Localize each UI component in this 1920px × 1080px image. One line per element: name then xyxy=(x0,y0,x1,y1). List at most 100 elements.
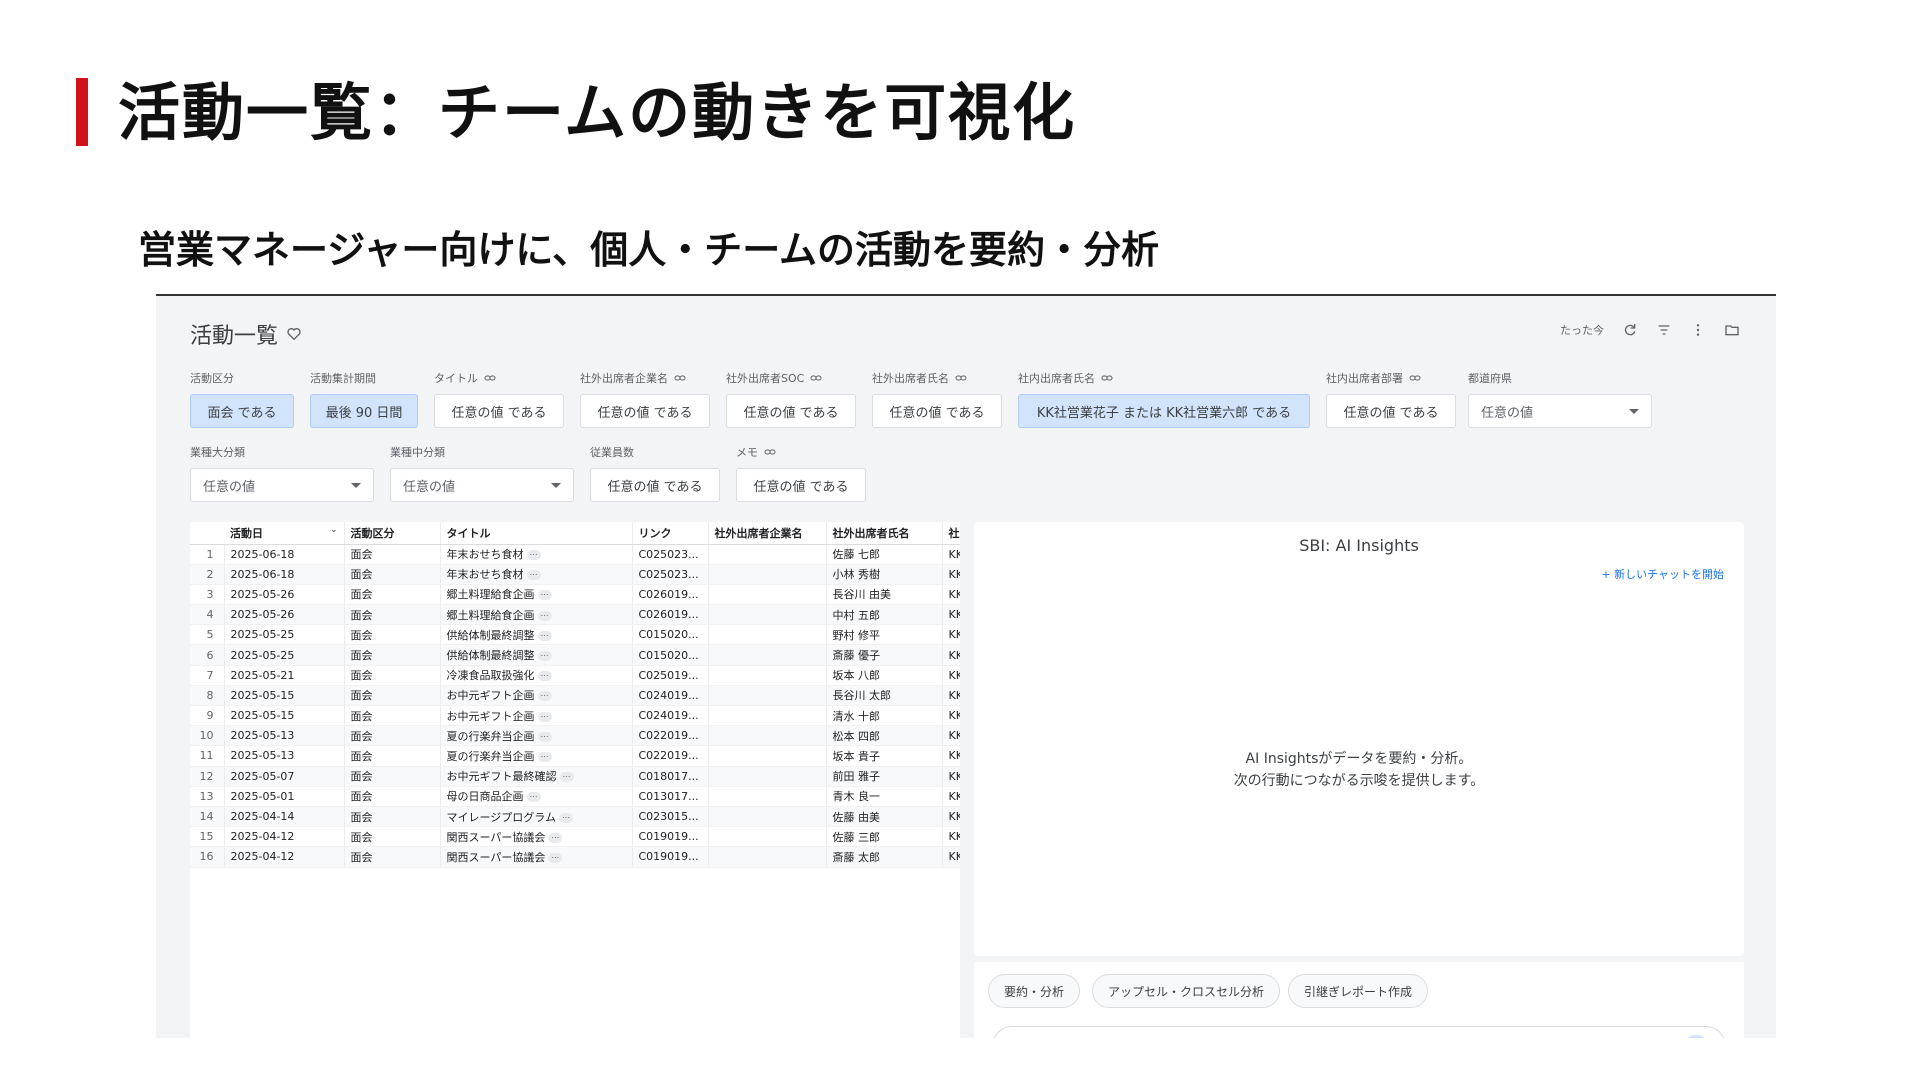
cell-text: 16 xyxy=(199,850,214,864)
cell-text: 小林 秀樹 xyxy=(832,568,881,582)
filter-chip[interactable]: 任意の値 である xyxy=(580,394,710,428)
filter-chip[interactable]: 任意の値 である xyxy=(434,394,564,428)
prompt-chip-summary[interactable]: 要約・分析 xyxy=(988,974,1081,1008)
table-row[interactable]: 2 2025-06-18 面会 年末おせち食材⋯ C025023... 小林 秀樹 KK xyxy=(190,564,960,585)
ai-chat-input[interactable] xyxy=(992,1026,1726,1038)
more-horiz-icon[interactable]: ⋯ xyxy=(537,671,552,682)
row-number: 11 xyxy=(190,745,224,767)
table-cell: KK xyxy=(941,644,960,666)
table-cell: 長谷川 太郎 xyxy=(825,685,942,707)
cell-text: 関西スーパー協議会 xyxy=(446,850,546,864)
cell-text: 2025-05-15 xyxy=(230,688,295,702)
cell-text: KK xyxy=(948,587,961,601)
table-row[interactable]: 12 2025-05-07 面会 お中元ギフト最終確認 ⋯ C018017... 前田 雅子… xyxy=(190,766,960,787)
table-cell: 郷土料理給食企画 ⋯ xyxy=(439,584,632,606)
filter-select[interactable]: 任意の値 xyxy=(1468,394,1652,428)
column-header[interactable]: 活動区分 xyxy=(343,522,440,545)
filter-chip[interactable]: 面会 である xyxy=(190,394,294,428)
more-horiz-icon[interactable]: ⋯ xyxy=(526,570,541,581)
filter-chip[interactable]: 任意の値 である xyxy=(736,468,866,502)
ai-input-area: 要約・分析 アップセル・クロスセル分析 引継ぎレポート作成 xyxy=(974,962,1744,1038)
new-chat-link[interactable]: + 新しいチャットを開始 xyxy=(1601,566,1724,582)
table-cell: 年末おせち食材 ⋯ xyxy=(439,544,632,565)
cell-text: 14 xyxy=(199,810,214,824)
table-row[interactable]: 5 2025-05-25 面会 供給体制最終調整⋯ C015020... 野村 修平 KK xyxy=(190,624,960,646)
table-row[interactable]: 1 2025-06-18 面会 年末おせち食材⋯ C025023... 佐藤 七郎 KK xyxy=(190,544,960,565)
favorite-heart-icon[interactable] xyxy=(286,326,302,342)
more-horiz-icon[interactable]: ⋯ xyxy=(537,711,552,722)
more-horiz-icon[interactable]: ⋯ xyxy=(548,852,563,863)
column-header[interactable]: 社外出席者企業名 xyxy=(707,522,826,545)
table-row[interactable]: 8 2025-05-15 面会 お中元ギフト企画⋯ C024019... 長谷川 太郎 KK xyxy=(190,685,960,707)
table-row[interactable]: 10 2025-05-13 面会 夏の行楽弁当企画⋯ C022019... 松本 四郎 KK xyxy=(190,725,960,747)
filter-chip[interactable]: 任意の値 である xyxy=(1326,394,1456,428)
more-horiz-icon[interactable]: ⋯ xyxy=(558,812,573,823)
prompt-chip-handover[interactable]: 引継ぎレポート作成 xyxy=(1288,974,1429,1008)
table-cell: 中村 五郎 xyxy=(825,604,942,626)
cell-text: 5 xyxy=(206,628,214,642)
table-row[interactable]: 13 2025-05-01 面会 母の日商品企画⋯ C013017... 青木 良一 KK xyxy=(190,786,960,807)
filter-chip[interactable]: 任意の値 である xyxy=(590,468,720,502)
table-cell: C013017... xyxy=(631,786,708,807)
more-horiz-icon[interactable]: ⋯ xyxy=(537,731,552,742)
more-horiz-icon[interactable]: ⋯ xyxy=(537,691,552,702)
column-header[interactable]: 社外出席者氏名 xyxy=(825,522,942,545)
filter-chip[interactable]: 任意の値 である xyxy=(726,394,856,428)
more-horiz-icon[interactable]: ⋯ xyxy=(559,772,574,783)
refresh-icon[interactable] xyxy=(1622,322,1638,338)
folder-icon[interactable] xyxy=(1724,322,1740,338)
cell-text: 10 xyxy=(199,729,214,743)
more-horiz-icon[interactable]: ⋯ xyxy=(537,751,552,762)
table-row[interactable]: 9 2025-05-15 面会 お中元ギフト企画⋯ C024019... 清水 十郎 KK xyxy=(190,705,960,727)
row-number: 2 xyxy=(190,564,224,585)
table-row[interactable]: 15 2025-04-12 面会 関西スーパー協議会 ⋯ C019019... 佐藤 三郎 K… xyxy=(190,826,960,848)
filter-chip[interactable]: 任意の値 である xyxy=(872,394,1002,428)
more-vert-icon[interactable] xyxy=(1690,322,1706,338)
sort-desc-icon[interactable]: ⌄ xyxy=(330,525,338,535)
more-horiz-icon[interactable]: ⋯ xyxy=(526,550,541,561)
filter-select[interactable]: 任意の値 xyxy=(390,468,574,502)
table-row[interactable]: 4 2025-05-26 面会 郷土料理給食企画⋯ C026019... 中村 五郎 KK xyxy=(190,604,960,626)
prompt-chip-upsell[interactable]: アップセル・クロスセル分析 xyxy=(1092,974,1281,1008)
filter-icon[interactable] xyxy=(1656,322,1672,338)
more-horiz-icon[interactable]: ⋯ xyxy=(537,630,552,641)
link-icon xyxy=(764,449,776,455)
column-header[interactable]: 社内 xyxy=(941,522,960,545)
filter-ext-name: 社外出席者氏名 任意の値 である xyxy=(872,370,1002,428)
cell-text: 供給体制最終調整 xyxy=(446,628,535,642)
table-row[interactable]: 16 2025-04-12 面会 関西スーパー協議会 ⋯ C019019... 斎藤 太郎 K… xyxy=(190,846,961,868)
column-header[interactable]: リンク xyxy=(631,522,708,545)
filter-select[interactable]: 任意の値 xyxy=(190,468,374,502)
more-horiz-icon[interactable]: ⋯ xyxy=(537,590,552,601)
table-row[interactable]: 7 2025-05-21 面会 冷凍食品取扱強化⋯ C025019... 坂本 八郎 KK xyxy=(190,665,960,686)
more-horiz-icon[interactable]: ⋯ xyxy=(526,792,541,803)
cell-text: C026019... xyxy=(638,587,699,601)
cell-text: 9 xyxy=(206,709,214,723)
link-icon xyxy=(674,375,686,381)
cell-text: KK xyxy=(948,850,961,864)
slide-title: 活動一覧：チームの動きを可視化 xyxy=(118,76,1077,149)
more-horiz-icon[interactable]: ⋯ xyxy=(548,832,563,843)
send-icon[interactable] xyxy=(1681,1035,1711,1038)
column-header[interactable]: タイトル xyxy=(439,522,632,545)
cell-text: 斎藤 太郎 xyxy=(832,850,881,864)
table-row[interactable]: 14 2025-04-14 面会 マイレージプログラム ⋯ C023015... 佐藤 由美… xyxy=(190,806,960,828)
table-cell xyxy=(707,806,826,828)
cell-text: 中村 五郎 xyxy=(832,608,881,622)
cell-text: C026019... xyxy=(638,608,699,622)
more-horiz-icon[interactable]: ⋯ xyxy=(537,610,552,621)
filter-chip[interactable]: 最後 90 日間 xyxy=(310,394,418,428)
table-row[interactable]: 11 2025-05-13 面会 夏の行楽弁当企画⋯ C022019... 坂本 貴子 KK xyxy=(190,745,960,767)
more-horiz-icon[interactable]: ⋯ xyxy=(537,651,552,662)
table-row[interactable]: 6 2025-05-25 面会 供給体制最終調整⋯ C015020... 斎藤 優子 KK xyxy=(190,644,960,666)
cell-text: 年末おせち食材 xyxy=(446,568,524,582)
row-number: 16 xyxy=(190,846,224,868)
table-cell xyxy=(707,766,826,787)
table-row[interactable]: 3 2025-05-26 面会 郷土料理給食企画⋯ C026019... 長谷川 由美 KK xyxy=(190,584,961,606)
row-number: 6 xyxy=(190,644,224,666)
filter-chip[interactable]: KK社営業花子 または KK社営業六郎 である xyxy=(1018,394,1310,428)
column-header[interactable]: 活動日 ⌄ xyxy=(224,522,344,545)
title-accent-bar xyxy=(76,78,88,146)
cell-text: 2025-06-18 xyxy=(230,567,295,581)
table-cell: C025023... xyxy=(631,564,708,585)
